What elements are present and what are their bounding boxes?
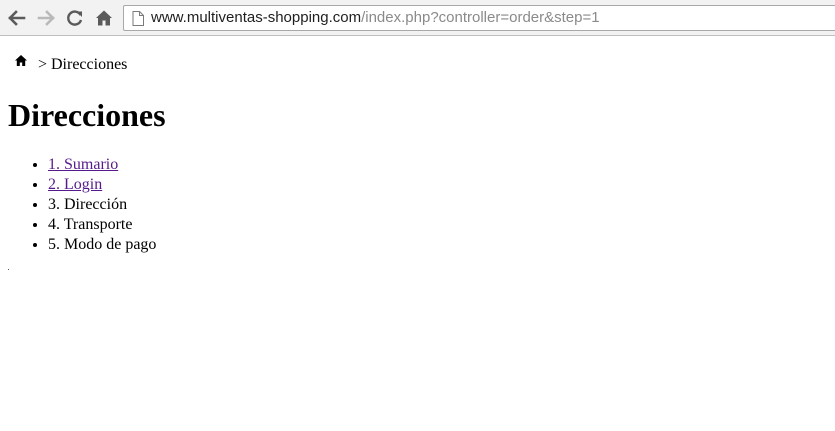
arrow-right-icon [37, 10, 55, 26]
order-steps: 1. Sumario 2. Login 3. Dirección 4. Tran… [8, 155, 156, 255]
breadcrumb: > Direcciones [8, 36, 827, 76]
stray-dot [8, 269, 9, 270]
breadcrumb-current: Direcciones [51, 56, 128, 73]
arrow-left-icon [8, 10, 26, 26]
address-bar[interactable]: www.multiventas-shopping.com/index.php?c… [123, 5, 835, 31]
page-icon [132, 10, 144, 26]
page-content: > Direcciones Direcciones 1. Sumario 2. … [8, 36, 827, 270]
url-path: /index.php?controller=order&step=1 [361, 9, 600, 26]
home-button[interactable] [93, 7, 115, 29]
home-icon [96, 10, 112, 26]
breadcrumb-home-icon[interactable] [15, 53, 27, 66]
reload-icon [67, 10, 83, 26]
back-button[interactable] [6, 7, 28, 29]
step-item-modo-de-pago: 5. Modo de pago [48, 235, 156, 255]
step-link-login[interactable]: 2. Login [48, 176, 102, 193]
step-item-sumario[interactable]: 1. Sumario [48, 155, 156, 175]
step-item-direccion: 3. Dirección [48, 195, 156, 215]
url-text: www.multiventas-shopping.com/index.php?c… [151, 6, 600, 30]
step-item-login[interactable]: 2. Login [48, 175, 156, 195]
browser-toolbar: www.multiventas-shopping.com/index.php?c… [0, 0, 835, 36]
step-item-transporte: 4. Transporte [48, 215, 156, 235]
page-title: Direcciones [8, 97, 166, 133]
forward-button[interactable] [35, 7, 57, 29]
step-link-sumario[interactable]: 1. Sumario [48, 156, 118, 173]
reload-button[interactable] [64, 7, 86, 29]
url-host: www.multiventas-shopping.com [151, 9, 362, 26]
breadcrumb-separator: > [38, 56, 48, 73]
